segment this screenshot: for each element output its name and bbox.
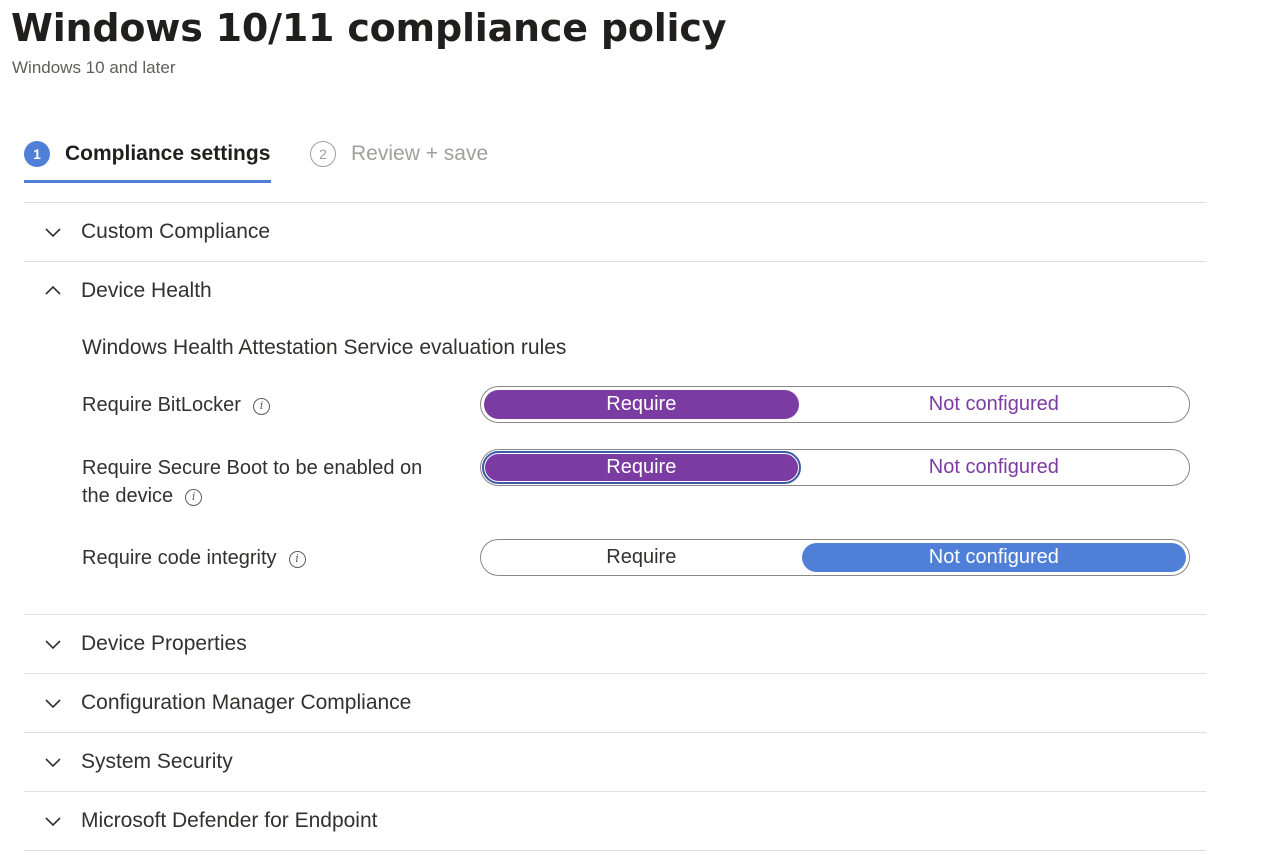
section-label: Device Properties [81,632,247,655]
setting-label-bitlocker: Require BitLocker i [82,391,270,419]
page-title: Windows 10/11 compliance policy [11,6,727,50]
chevron-down-icon [45,640,61,650]
divider [24,850,1206,851]
info-icon[interactable]: i [185,489,203,506]
section-label: System Security [81,750,233,773]
option-require[interactable]: Require [484,543,799,572]
option-not-configured[interactable]: Not configured [802,453,1186,482]
chevron-down-icon [45,699,61,709]
active-step-underline [24,180,271,183]
info-icon[interactable]: i [288,551,306,568]
page-subtitle: Windows 10 and later [12,58,176,77]
setting-label-text: the device [82,485,174,507]
step-review-save[interactable]: 2 Review + save [310,141,488,167]
setting-label-text: Require code integrity [82,547,277,569]
setting-label-text: Require Secure Boot to be enabled on [82,457,423,479]
section-defender[interactable]: Microsoft Defender for Endpoint [24,792,1206,850]
section-label: Configuration Manager Compliance [81,691,412,714]
setting-label-text: Require BitLocker [82,394,241,416]
step-compliance-settings[interactable]: 1 Compliance settings [24,141,270,167]
section-label: Device Health [81,279,212,302]
info-icon[interactable]: i [252,398,270,415]
toggle-code-integrity: Require Not configured [480,539,1190,576]
section-device-properties[interactable]: Device Properties [24,615,1206,673]
more-icon[interactable]: ··· [628,14,649,35]
toggle-secure-boot: Require Not configured [480,449,1190,486]
step-number-2: 2 [310,141,336,167]
section-custom-compliance[interactable]: Custom Compliance [24,203,1206,261]
chevron-down-icon [45,817,61,827]
option-require[interactable]: Require [482,451,801,484]
section-label: Custom Compliance [81,220,271,243]
step-label-review-save: Review + save [351,142,489,165]
chevron-down-icon [45,228,61,238]
option-not-configured[interactable]: Not configured [802,390,1186,419]
toggle-bitlocker: Require Not configured [480,386,1190,423]
chevron-down-icon [45,758,61,768]
setting-label-secure-boot: Require Secure Boot to be enabled on the… [82,454,422,510]
group-title: Windows Health Attestation Service evalu… [82,336,567,359]
section-device-health[interactable]: Device Health [24,262,1206,320]
step-number-1: 1 [24,141,50,167]
section-system-security[interactable]: System Security [24,733,1206,791]
setting-label-code-integrity: Require code integrity i [82,544,306,572]
option-not-configured[interactable]: Not configured [801,543,1186,572]
chevron-up-icon [45,285,61,295]
section-configuration-manager[interactable]: Configuration Manager Compliance [24,674,1206,732]
step-label-compliance-settings: Compliance settings [65,142,271,165]
section-label: Microsoft Defender for Endpoint [81,809,378,832]
option-require[interactable]: Require [484,390,799,419]
